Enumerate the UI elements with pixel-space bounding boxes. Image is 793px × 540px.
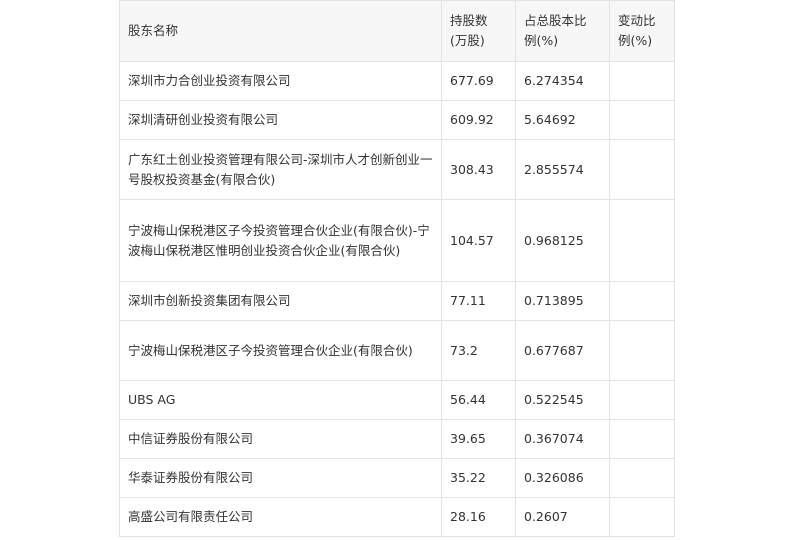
cell-change <box>609 61 675 101</box>
table-row: 中信证券股份有限公司 39.65 0.367074 <box>119 419 675 459</box>
cell-change <box>609 497 675 537</box>
cell-shares: 677.69 <box>441 61 516 101</box>
cell-shares: 73.2 <box>441 320 516 381</box>
shareholders-table: 股东名称 持股数 (万股) 占总股本比例(%) 变动比例(%) 深圳市力合创业投资… <box>119 0 675 537</box>
header-shares-line2: (万股) <box>450 33 485 48</box>
cell-ratio: 0.677687 <box>515 320 610 381</box>
table-header: 股东名称 持股数 (万股) 占总股本比例(%) 变动比例(%) <box>119 0 675 62</box>
header-change-line2: 例(%) <box>618 33 653 48</box>
cell-change <box>609 320 675 381</box>
cell-shares: 104.57 <box>441 199 516 282</box>
table-row: 宁波梅山保税港区子今投资管理合伙企业(有限合伙)-宁波梅山保税港区惟明创业投资合… <box>119 199 675 282</box>
table-row: UBS AG 56.44 0.522545 <box>119 380 675 420</box>
cell-ratio: 0.522545 <box>515 380 610 420</box>
table-row: 高盛公司有限责任公司 28.16 0.2607 <box>119 497 675 537</box>
table-row: 华泰证券股份有限公司 35.22 0.326086 <box>119 458 675 498</box>
cell-change <box>609 458 675 498</box>
cell-change <box>609 380 675 420</box>
header-row: 股东名称 持股数 (万股) 占总股本比例(%) 变动比例(%) <box>119 0 675 62</box>
cell-shares: 35.22 <box>441 458 516 498</box>
cell-name: UBS AG <box>119 380 442 420</box>
cell-change <box>609 281 675 321</box>
cell-name: 深圳清研创业投资有限公司 <box>119 100 442 140</box>
table-row: 深圳市创新投资集团有限公司 77.11 0.713895 <box>119 281 675 321</box>
cell-shares: 77.11 <box>441 281 516 321</box>
cell-name: 深圳市力合创业投资有限公司 <box>119 61 442 101</box>
header-ratio-line2: 例(%) <box>524 33 559 48</box>
cell-ratio: 5.64692 <box>515 100 610 140</box>
cell-shares: 28.16 <box>441 497 516 537</box>
table-row: 广东红土创业投资管理有限公司-深圳市人才创新创业一号股权投资基金(有限合伙) 3… <box>119 139 675 200</box>
cell-ratio: 2.855574 <box>515 139 610 200</box>
header-ratio: 占总股本比例(%) <box>515 0 610 62</box>
header-shares-line1: 持股数 <box>450 13 488 28</box>
table-body: 深圳市力合创业投资有限公司 677.69 6.274354 深圳清研创业投资有限… <box>119 61 675 537</box>
cell-name: 华泰证券股份有限公司 <box>119 458 442 498</box>
header-ratio-line1: 占总股本比 <box>524 13 587 28</box>
header-change-line1: 变动比 <box>618 13 656 28</box>
cell-name: 深圳市创新投资集团有限公司 <box>119 281 442 321</box>
cell-ratio: 0.2607 <box>515 497 610 537</box>
cell-change <box>609 199 675 282</box>
cell-change <box>609 139 675 200</box>
cell-name: 广东红土创业投资管理有限公司-深圳市人才创新创业一号股权投资基金(有限合伙) <box>119 139 442 200</box>
header-shares: 持股数 (万股) <box>441 0 516 62</box>
cell-shares: 56.44 <box>441 380 516 420</box>
cell-ratio: 6.274354 <box>515 61 610 101</box>
cell-name: 宁波梅山保税港区子今投资管理合伙企业(有限合伙)-宁波梅山保税港区惟明创业投资合… <box>119 199 442 282</box>
table-row: 深圳清研创业投资有限公司 609.92 5.64692 <box>119 100 675 140</box>
cell-change <box>609 100 675 140</box>
cell-ratio: 0.367074 <box>515 419 610 459</box>
cell-change <box>609 419 675 459</box>
cell-shares: 39.65 <box>441 419 516 459</box>
cell-ratio: 0.713895 <box>515 281 610 321</box>
cell-name: 宁波梅山保税港区子今投资管理合伙企业(有限合伙) <box>119 320 442 381</box>
table-row: 宁波梅山保税港区子今投资管理合伙企业(有限合伙) 73.2 0.677687 <box>119 320 675 381</box>
table-row: 深圳市力合创业投资有限公司 677.69 6.274354 <box>119 61 675 101</box>
header-change: 变动比例(%) <box>609 0 675 62</box>
header-shareholder-name: 股东名称 <box>119 0 442 62</box>
cell-shares: 609.92 <box>441 100 516 140</box>
cell-ratio: 0.326086 <box>515 458 610 498</box>
cell-shares: 308.43 <box>441 139 516 200</box>
cell-ratio: 0.968125 <box>515 199 610 282</box>
cell-name: 中信证券股份有限公司 <box>119 419 442 459</box>
cell-name: 高盛公司有限责任公司 <box>119 497 442 537</box>
